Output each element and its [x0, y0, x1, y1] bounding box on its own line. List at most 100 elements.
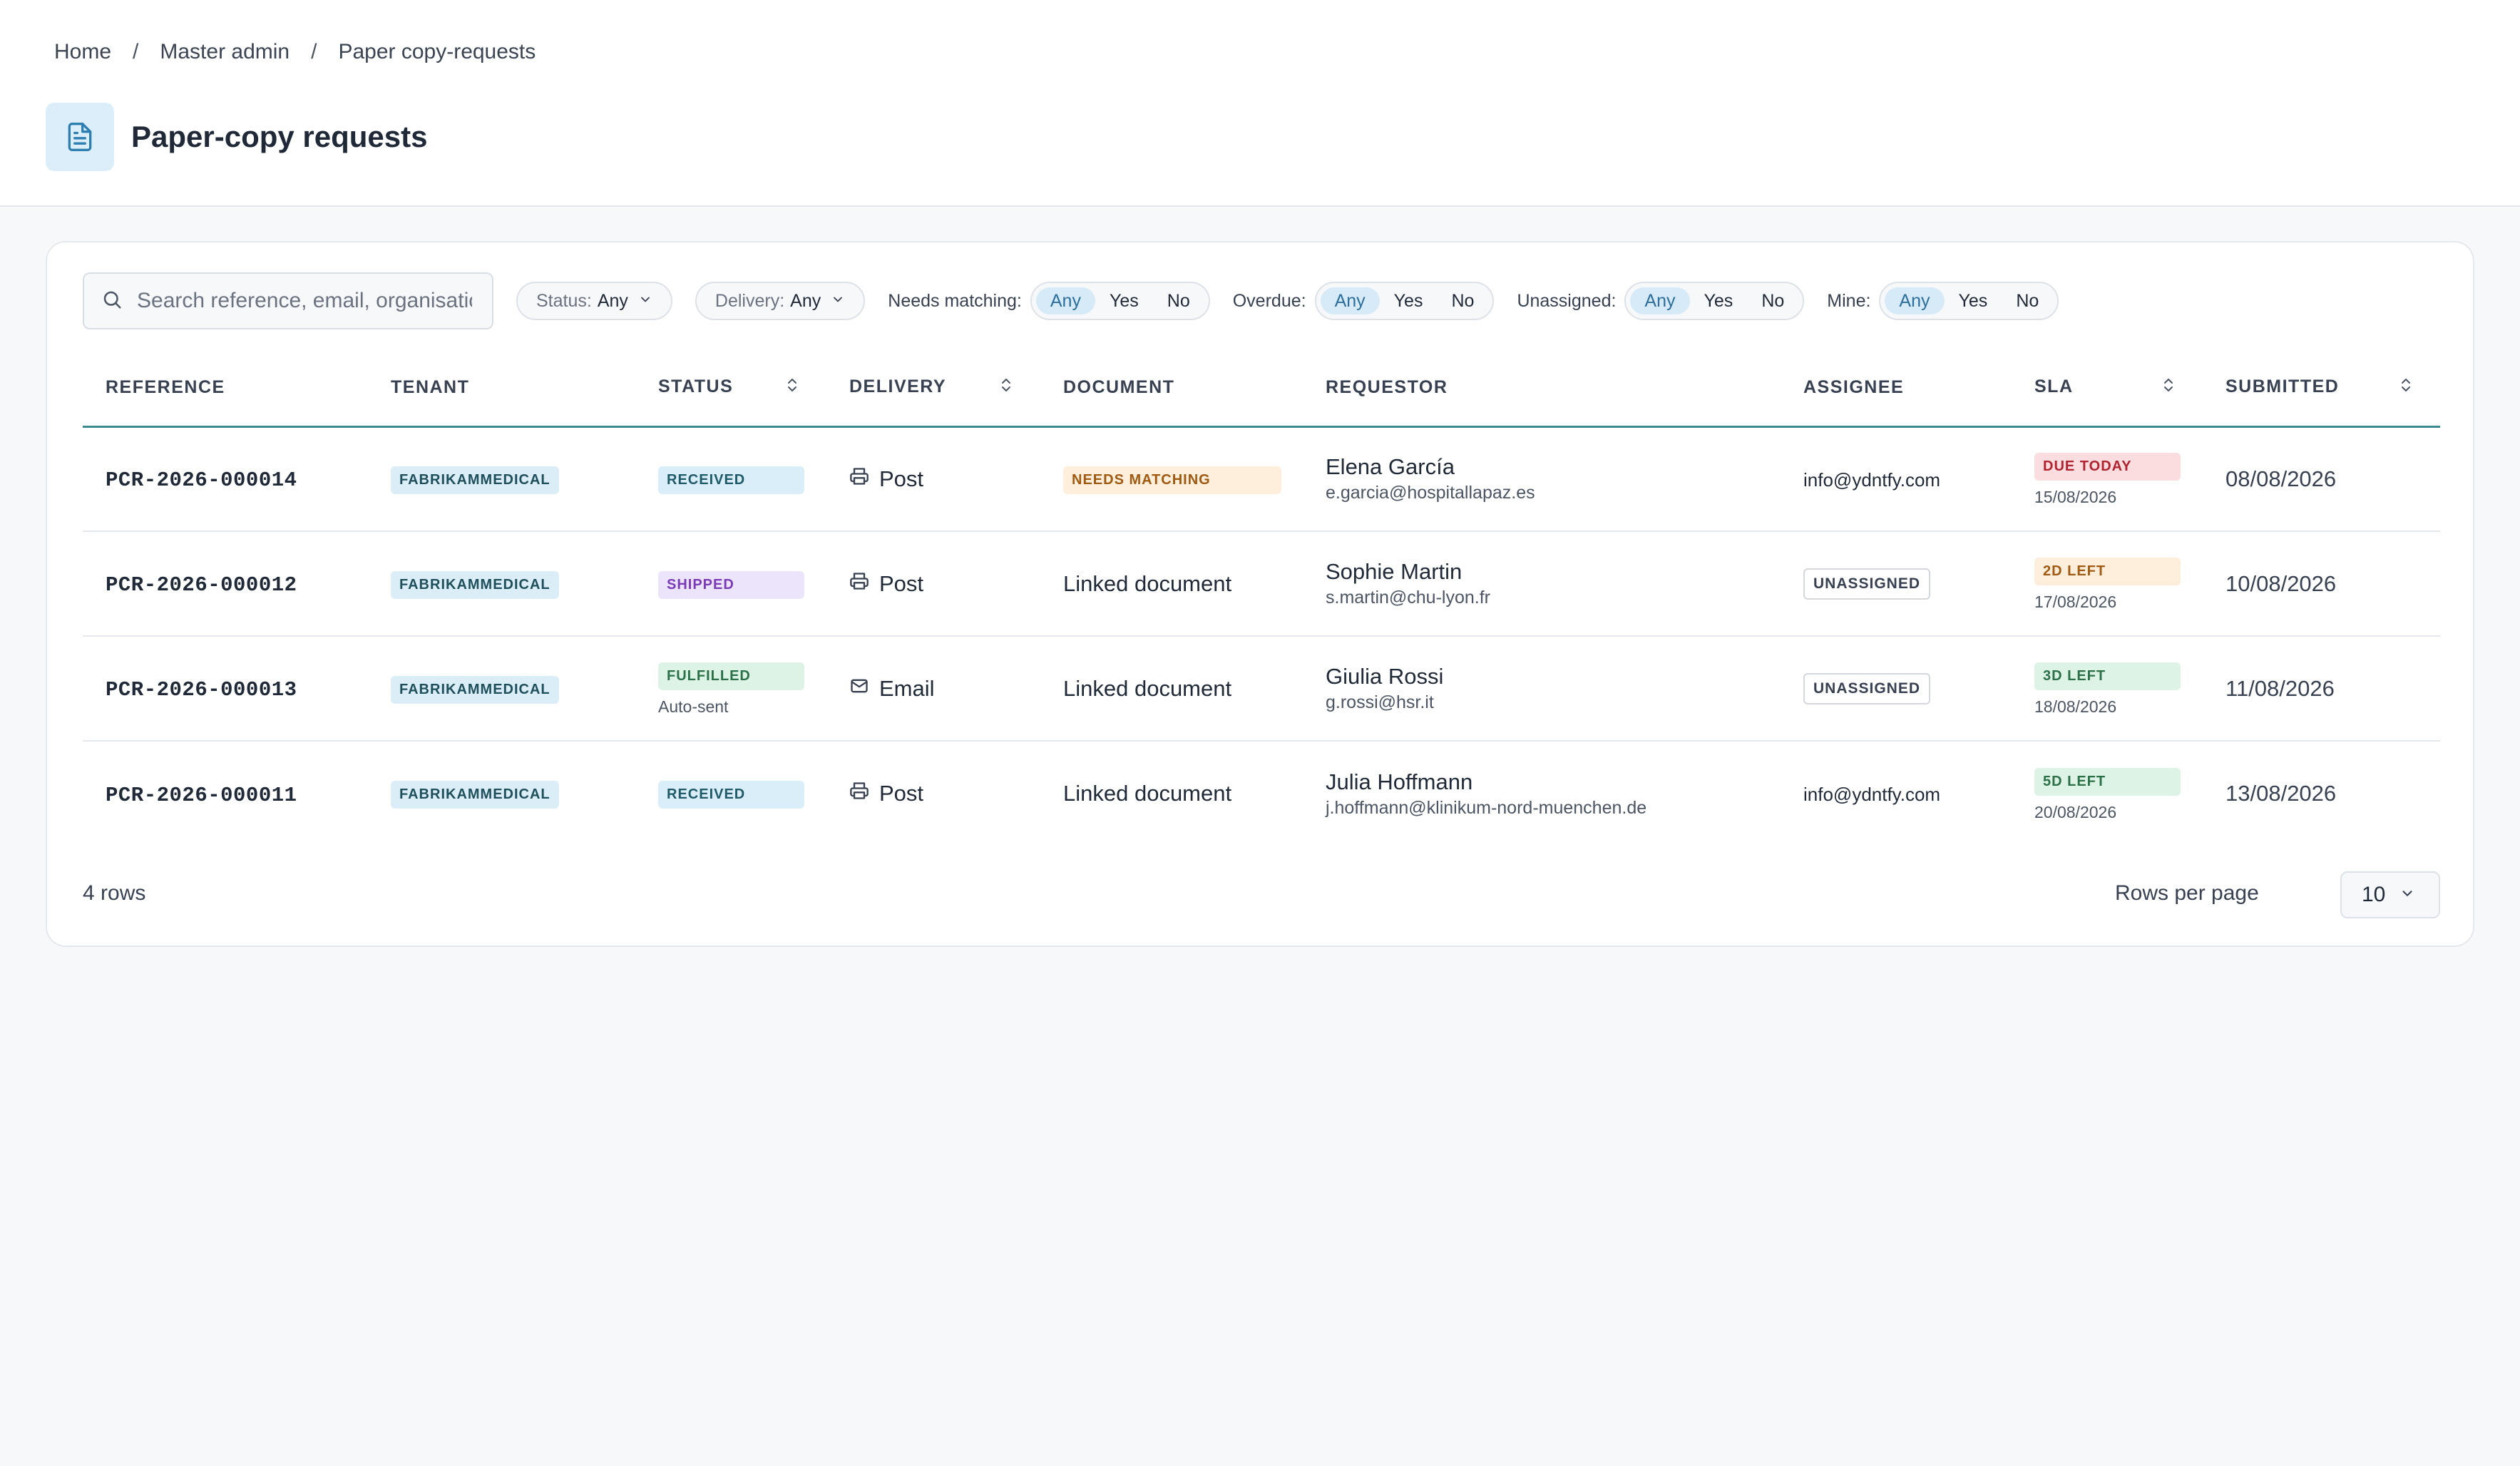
printer-icon — [849, 571, 879, 597]
unassigned-filter: Unassigned: Any Yes No — [1517, 282, 1805, 320]
rows-per-page-select[interactable]: 10 — [2340, 871, 2440, 918]
sort-icon[interactable] — [998, 376, 1015, 399]
overdue-yes[interactable]: Yes — [1380, 287, 1438, 314]
sort-icon[interactable] — [784, 376, 801, 399]
mine-label: Mine: — [1827, 290, 1871, 311]
assignee-email: info@ydntfy.com — [1803, 468, 1941, 491]
sla-badge: 5D LEFT — [2034, 767, 2181, 796]
sla-date: 20/08/2026 — [2034, 802, 2117, 821]
table-row[interactable]: PCR-2026-000013 FABRIKAMMEDICAL FULFILLE… — [83, 636, 2440, 742]
status-note: Auto-sent — [658, 697, 729, 716]
assignee-email: info@ydntfy.com — [1803, 784, 1941, 805]
unassigned-yes[interactable]: Yes — [1690, 287, 1748, 314]
search-icon — [101, 289, 123, 314]
requests-table: REFERENCE TENANT STATUS DELIVERY DOCUMEN… — [83, 349, 2440, 846]
mine-filter: Mine: Any Yes No — [1827, 282, 2059, 320]
sla-date: 18/08/2026 — [2034, 697, 2117, 716]
requests-card: Status: Any Delivery: Any Needs matching… — [46, 241, 2474, 947]
document-icon — [46, 103, 114, 171]
column-header-delivery[interactable]: DELIVERY — [826, 349, 1040, 428]
overdue-toggle: Any Yes No — [1314, 282, 1495, 320]
tenant-badge: FABRIKAMMEDICAL — [391, 781, 559, 809]
sla-badge: DUE TODAY — [2034, 453, 2181, 481]
requestor-name: Sophie Martin — [1326, 559, 1463, 584]
table-row[interactable]: PCR-2026-000012 FABRIKAMMEDICAL SHIPPED … — [83, 531, 2440, 637]
delivery-filter-dropdown[interactable]: Delivery: Any — [695, 282, 866, 320]
unassigned-no[interactable]: No — [1747, 287, 1798, 314]
delivery-method: Post — [879, 781, 924, 806]
table-row[interactable]: PCR-2026-000014 FABRIKAMMEDICAL RECEIVED… — [83, 426, 2440, 532]
delivery-method: Post — [879, 570, 924, 596]
needs-matching-badge[interactable]: NEEDS MATCHING — [1063, 466, 1281, 494]
needs-matching-yes[interactable]: Yes — [1095, 287, 1153, 314]
requestor-name: Julia Hoffmann — [1326, 769, 1473, 794]
reference-cell[interactable]: PCR-2026-000014 — [106, 468, 297, 492]
overdue-no[interactable]: No — [1437, 287, 1488, 314]
unassigned-badge: UNASSIGNED — [1803, 568, 1931, 600]
sort-icon[interactable] — [2397, 376, 2414, 399]
unassigned-any[interactable]: Any — [1630, 287, 1690, 314]
status-badge: RECEIVED — [658, 466, 804, 494]
requestor-name: Elena García — [1326, 454, 1455, 480]
page-header: Paper-copy requests — [46, 103, 428, 171]
sort-icon[interactable] — [2160, 376, 2177, 399]
status-badge: FULFILLED — [658, 662, 804, 690]
breadcrumb: Home / Master admin / Paper copy-request… — [54, 40, 536, 64]
tenant-badge: FABRIKAMMEDICAL — [391, 466, 559, 494]
submitted-date: 08/08/2026 — [2226, 466, 2337, 491]
search-box[interactable] — [83, 272, 493, 329]
submitted-date: 10/08/2026 — [2226, 570, 2337, 596]
column-header-sla[interactable]: SLA — [2012, 349, 2203, 428]
breadcrumb-master-admin[interactable]: Master admin — [160, 40, 290, 64]
overdue-any[interactable]: Any — [1320, 287, 1380, 314]
needs-matching-toggle: Any Yes No — [1030, 282, 1210, 320]
column-header-requestor: REQUESTOR — [1303, 349, 1781, 428]
filter-bar: Status: Any Delivery: Any Needs matching… — [83, 272, 2444, 329]
delivery-filter-value: Any — [790, 290, 821, 311]
column-header-status[interactable]: STATUS — [635, 349, 826, 428]
table-row[interactable]: PCR-2026-000011 FABRIKAMMEDICAL RECEIVED… — [83, 741, 2440, 846]
needs-matching-filter: Needs matching: Any Yes No — [888, 282, 1210, 320]
delivery-filter-label: Delivery: — [714, 290, 785, 311]
tenant-badge: FABRIKAMMEDICAL — [391, 570, 559, 599]
status-filter-value: Any — [597, 290, 628, 311]
needs-matching-no[interactable]: No — [1153, 287, 1204, 314]
mine-toggle: Any Yes No — [1879, 282, 2059, 320]
row-count: 4 rows — [83, 881, 146, 905]
printer-icon — [849, 781, 879, 806]
requestor-email: e.garcia@hospitallapaz.es — [1326, 483, 1535, 503]
sla-badge: 2D LEFT — [2034, 558, 2181, 585]
mine-any[interactable]: Any — [1885, 287, 1945, 314]
breadcrumb-separator: / — [311, 40, 317, 63]
unassigned-badge: UNASSIGNED — [1803, 672, 1931, 704]
delivery-method: Email — [879, 675, 935, 701]
needs-matching-label: Needs matching: — [888, 290, 1022, 311]
column-header-assignee: ASSIGNEE — [1781, 349, 2012, 428]
linked-document[interactable]: Linked document — [1063, 571, 1231, 596]
linked-document[interactable]: Linked document — [1063, 676, 1231, 701]
status-filter-dropdown[interactable]: Status: Any — [516, 282, 672, 320]
tenant-badge: FABRIKAMMEDICAL — [391, 675, 559, 704]
breadcrumb-separator: / — [133, 40, 139, 63]
requestor-email: s.martin@chu-lyon.fr — [1326, 588, 1490, 608]
rows-per-page-label: Rows per page — [2115, 881, 2259, 905]
needs-matching-any[interactable]: Any — [1035, 287, 1095, 314]
reference-cell[interactable]: PCR-2026-000011 — [106, 784, 297, 807]
mine-no[interactable]: No — [2002, 287, 2053, 314]
column-header-submitted[interactable]: SUBMITTED — [2203, 349, 2440, 428]
status-badge: RECEIVED — [658, 781, 804, 809]
reference-cell[interactable]: PCR-2026-000013 — [106, 678, 297, 702]
mail-icon — [849, 676, 879, 702]
rows-per-page-value: 10 — [2362, 883, 2386, 906]
column-header-reference: REFERENCE — [83, 349, 368, 428]
breadcrumb-home[interactable]: Home — [54, 40, 111, 64]
status-filter-label: Status: — [536, 290, 592, 311]
search-input[interactable] — [137, 289, 472, 313]
submitted-date: 13/08/2026 — [2226, 781, 2337, 806]
overdue-label: Overdue: — [1232, 290, 1306, 311]
chevron-down-icon — [2399, 883, 2415, 907]
linked-document[interactable]: Linked document — [1063, 781, 1231, 806]
reference-cell[interactable]: PCR-2026-000012 — [106, 573, 297, 597]
page-title: Paper-copy requests — [131, 120, 428, 153]
mine-yes[interactable]: Yes — [1945, 287, 2002, 314]
